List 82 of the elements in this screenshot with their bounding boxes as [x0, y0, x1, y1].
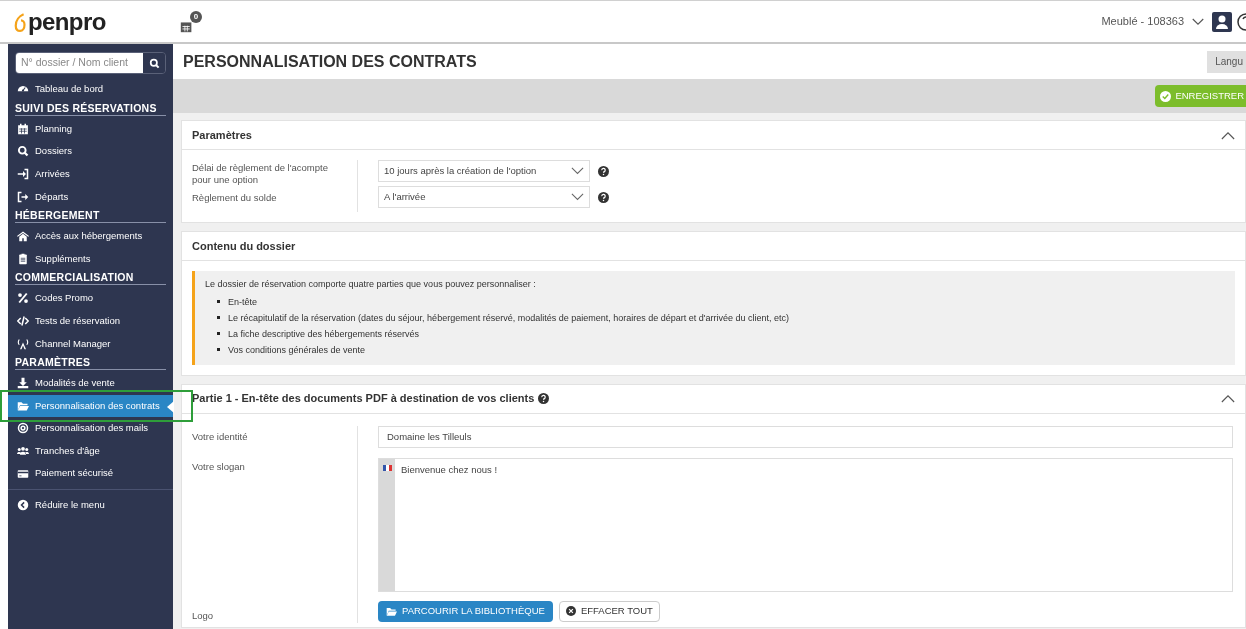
- chevron-left-circle-icon: [17, 499, 29, 512]
- text-area[interactable]: Bienvenue chez nous !: [378, 457, 1233, 592]
- field-label: Délai de règlement de l'acompte pour une option: [192, 161, 329, 186]
- list-item: Le récapitulatif de la réservation (dates du séjour, hébergement réservé, modalités de paiement, horaires de départ et d'arrivée du client, etc): [228, 311, 790, 325]
- clear-button[interactable]: EFFACER TOUT: [558, 600, 660, 622]
- sidebar-item[interactable]: Paiement sécurisé: [8, 462, 173, 485]
- chevron-down-icon[interactable]: [1192, 17, 1204, 26]
- sign-in-icon: [17, 168, 29, 181]
- chevron-up-icon[interactable]: [1221, 394, 1235, 403]
- browse-button[interactable]: PARCOURIR LA BIBLIOTHÈQUE: [378, 600, 553, 622]
- section-heading: PARAMÈTRES: [15, 354, 166, 370]
- download-icon: [17, 377, 29, 390]
- clipboard-icon: [17, 252, 29, 265]
- section-heading: HÉBERGEMENT: [15, 207, 166, 223]
- at-icon: [17, 422, 29, 435]
- house-icon: [17, 230, 29, 243]
- logo-icon: [14, 11, 28, 34]
- sidebar-item[interactable]: Tableau de bord: [8, 78, 173, 101]
- sidebar-item[interactable]: Personnalisation des mails: [8, 417, 173, 440]
- sidebar-item[interactable]: Accès aux hébergements: [8, 224, 173, 248]
- close-icon: [565, 606, 576, 616]
- code-icon: [17, 315, 29, 328]
- sidebar-item[interactable]: Départs: [8, 185, 173, 208]
- notification-badge: 0: [190, 10, 202, 23]
- field-label: Votre slogan: [192, 459, 246, 474]
- dropdown[interactable]: 10 jours après la création de l'option: [378, 160, 590, 182]
- flag-icon: [382, 464, 392, 471]
- help-icon[interactable]: [598, 191, 609, 203]
- field-label: Votre identité: [192, 429, 249, 444]
- field-label: Règlement du solde: [192, 191, 278, 205]
- list-item: En-tête: [228, 295, 258, 309]
- sidebar-item[interactable]: Planning: [8, 117, 173, 141]
- bullet-mark: [217, 348, 220, 351]
- sidebar-item[interactable]: Tests de réservation: [8, 309, 173, 333]
- chevron-down-icon[interactable]: [571, 167, 584, 175]
- help-icon[interactable]: [1236, 11, 1246, 32]
- section-heading: SUIVI DES RÉSERVATIONS: [15, 100, 166, 116]
- calendar-icon: [17, 122, 29, 135]
- list-item: La fiche descriptive des hébergements réservés: [228, 327, 420, 341]
- info-text: Le dossier de réservation comporte quatre parties que vous pouvez personnaliser :: [205, 278, 537, 291]
- help-icon[interactable]: [538, 393, 550, 404]
- sidebar-item[interactable]: Tranches d'âge: [8, 439, 173, 463]
- check-circle-icon: [1160, 90, 1172, 102]
- section-heading: COMMERCIALISATION: [15, 270, 166, 286]
- help-icon[interactable]: [598, 165, 609, 177]
- page-title: PERSONNALISATION DES CONTRATS: [183, 51, 478, 72]
- folder-icon: [386, 605, 397, 617]
- search-field[interactable]: N° dossier / Nom client: [15, 52, 166, 74]
- card-title: Contenu du dossier: [192, 238, 296, 254]
- search-icon: [17, 145, 29, 158]
- user-icon[interactable]: [1212, 11, 1232, 32]
- folder-icon: [17, 399, 29, 412]
- sidebar-item[interactable]: Channel Manager: [8, 332, 173, 355]
- card-title: Paramètres: [192, 127, 252, 143]
- bullet-mark: [217, 316, 220, 319]
- sign-out-icon: [17, 190, 29, 203]
- sidebar-item[interactable]: Personnalisation des contrats: [8, 394, 173, 418]
- language-button[interactable]: Langu: [1207, 50, 1246, 73]
- search-icon: [148, 57, 160, 69]
- bullet-mark: [217, 332, 220, 335]
- account-name[interactable]: Meublé - 108363: [1101, 13, 1184, 30]
- credit-card-icon: [17, 467, 29, 480]
- percent-icon: [17, 292, 29, 305]
- card-title: Partie 1 - En-tête des documents PDF à destination de vos clients: [192, 391, 535, 407]
- sidebar-item[interactable]: Modalités de vente: [8, 371, 173, 395]
- logo-text[interactable]: penpro: [28, 9, 106, 34]
- list-item: Vos conditions générales de vente: [228, 343, 366, 357]
- sidebar-item[interactable]: Codes Promo: [8, 287, 173, 310]
- chevron-down-icon[interactable]: [571, 193, 584, 201]
- sidebar-item[interactable]: Réduire le menu: [8, 493, 173, 517]
- notification-button[interactable]: 0: [180, 10, 202, 33]
- dropdown[interactable]: A l'arrivée: [378, 186, 590, 208]
- sidebar-item[interactable]: Arrivées: [8, 162, 173, 186]
- input-field[interactable]: Domaine les Tilleuls: [378, 425, 1233, 448]
- field-label: Logo: [192, 608, 215, 623]
- chevron-up-icon[interactable]: [1221, 130, 1235, 140]
- users-icon: [17, 445, 29, 457]
- antenna-icon: [17, 337, 29, 350]
- sidebar-item[interactable]: Dossiers: [8, 140, 173, 163]
- sidebar-item[interactable]: Suppléments: [8, 247, 173, 271]
- calendar-icon: [180, 19, 193, 33]
- bullet-mark: [217, 300, 220, 303]
